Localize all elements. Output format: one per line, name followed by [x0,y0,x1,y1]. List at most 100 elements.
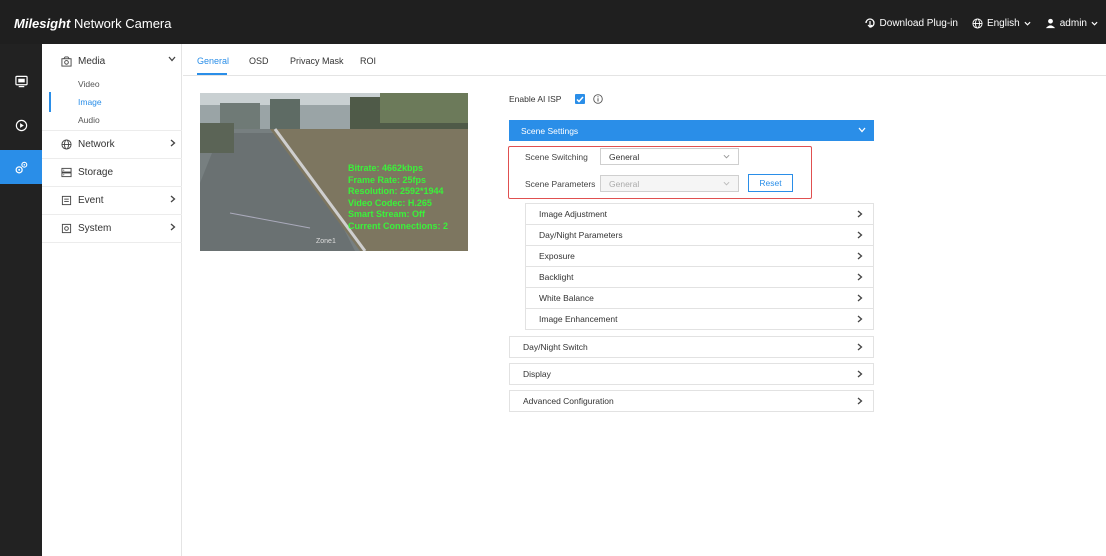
section-label: Advanced Configuration [523,396,614,406]
backlight-section[interactable]: Backlight [525,266,874,288]
sidebar-item-network[interactable]: Network [42,131,182,157]
section-label: Day/Night Switch [523,342,588,352]
scene-parameters-value: General [609,178,640,189]
section-label: Day/Night Parameters [539,230,623,240]
storage-icon [60,166,72,178]
chevron-right-icon [170,139,176,147]
scene-parameters-select: General [600,175,739,192]
section-label: Display [523,369,551,379]
chevron-right-icon [857,294,863,302]
scene-parameters-label: Scene Parameters [525,179,596,189]
live-view-button[interactable] [0,64,42,98]
sidebar-subitem-video[interactable]: Video [78,79,100,89]
chevron-down-icon [1024,21,1031,26]
section-label: Backlight [539,272,574,282]
info-icon[interactable] [593,94,604,104]
globe-icon [972,17,983,29]
overlay-line: Resolution: 2592*1944 [348,186,444,196]
active-indicator [49,92,51,112]
download-plugin-link[interactable]: Download Plug-in [864,17,958,29]
language-label: English [986,17,1020,29]
sidebar-item-event[interactable]: Event [42,187,182,213]
tab-bar: General OSD Privacy Mask ROI [183,44,1106,76]
sidebar-item-system[interactable]: System [42,215,182,241]
display-section[interactable]: Display [509,363,874,385]
overlay-line: Frame Rate: 25fps [348,174,427,185]
chevron-right-icon [857,210,863,218]
stream-info-overlay: Bitrate: 4662kbps Frame Rate: 25fps Reso… [348,163,448,232]
sidebar-subitem-audio[interactable]: Audio [78,115,100,125]
settings-button[interactable] [0,150,42,184]
tab-privacy-mask[interactable]: Privacy Mask [290,56,344,66]
active-tab-indicator [197,73,227,75]
preview-tag: Zone1 [316,238,336,245]
sidebar-item-media[interactable]: Media [42,48,182,74]
tab-general[interactable]: General [197,56,229,66]
section-label: Image Adjustment [539,209,608,219]
event-icon [60,194,72,206]
overlay-line: Current Connections: 2 [348,220,449,231]
scene-switching-label: Scene Switching [525,152,588,162]
chevron-right-icon [857,370,863,378]
enable-ai-isp-checkbox[interactable] [575,94,586,104]
reset-button[interactable]: Reset [748,174,793,192]
sidebar-item-label: System [78,222,112,234]
image-enhancement-section[interactable]: Image Enhancement [525,308,874,330]
overlay-line: Bitrate: 4662kbps [348,163,424,173]
chevron-right-icon [857,343,863,351]
globe-icon [60,138,72,150]
chevron-right-icon [170,195,176,203]
app-logo: Milesight Network Camera [14,16,172,31]
scene-switching-select[interactable]: General [600,148,739,165]
overlay-line: Smart Stream: Off [348,209,426,219]
brand-name: Milesight [14,16,71,31]
scene-settings-header[interactable]: Scene Settings [509,120,874,141]
download-icon [864,18,875,28]
chevron-down-icon [858,127,866,133]
enable-ai-isp-row: Enable AI ISP [509,94,604,104]
chevron-right-icon [857,273,863,281]
divider [42,242,182,243]
sidebar-item-storage[interactable]: Storage [42,159,182,185]
exposure-section[interactable]: Exposure [525,245,874,267]
icon-rail [0,44,42,556]
white-balance-section[interactable]: White Balance [525,287,874,309]
user-name: admin [1059,17,1087,29]
sidebar-item-label: Storage [78,166,114,178]
live-preview: Bitrate: 4662kbps Frame Rate: 25fps Reso… [200,93,468,251]
image-adjustment-section[interactable]: Image Adjustment [525,203,874,225]
sidebar-subitem-image[interactable]: Image [78,97,102,107]
sidebar-item-label: Event [78,194,104,206]
chevron-right-icon [857,397,863,405]
scene-switching-value: General [609,151,640,162]
chevron-right-icon [170,223,176,231]
monitor-icon [14,75,28,87]
advanced-configuration-section[interactable]: Advanced Configuration [509,390,874,412]
checkmark-icon [576,96,585,103]
sidebar-item-label: Media [78,55,106,67]
day-night-switch-section[interactable]: Day/Night Switch [509,336,874,358]
chevron-down-icon [723,154,730,159]
user-menu[interactable]: admin [1045,18,1098,29]
top-bar: Milesight Network Camera Download Plug-i… [0,0,1106,44]
overlay-line: Video Codec: H.265 [348,197,432,208]
media-icon [60,55,72,67]
user-icon [1045,18,1055,28]
playback-icon [15,119,27,131]
day-night-parameters-section[interactable]: Day/Night Parameters [525,224,874,246]
chevron-down-icon [1091,21,1098,26]
chevron-right-icon [857,231,863,239]
section-label: White Balance [539,293,594,303]
enable-ai-isp-label: Enable AI ISP [509,94,562,104]
tab-osd[interactable]: OSD [249,56,269,66]
chevron-right-icon [857,252,863,260]
language-selector[interactable]: English [972,18,1031,29]
download-plugin-label: Download Plug-in [879,17,958,29]
settings-icon [15,161,27,173]
tab-roi[interactable]: ROI [360,56,376,66]
sidebar-item-label: Network [78,138,115,150]
playback-button[interactable] [0,108,42,142]
chevron-right-icon [857,315,863,323]
app-title: Network Camera [73,16,172,31]
scene-settings-label: Scene Settings [521,125,579,136]
